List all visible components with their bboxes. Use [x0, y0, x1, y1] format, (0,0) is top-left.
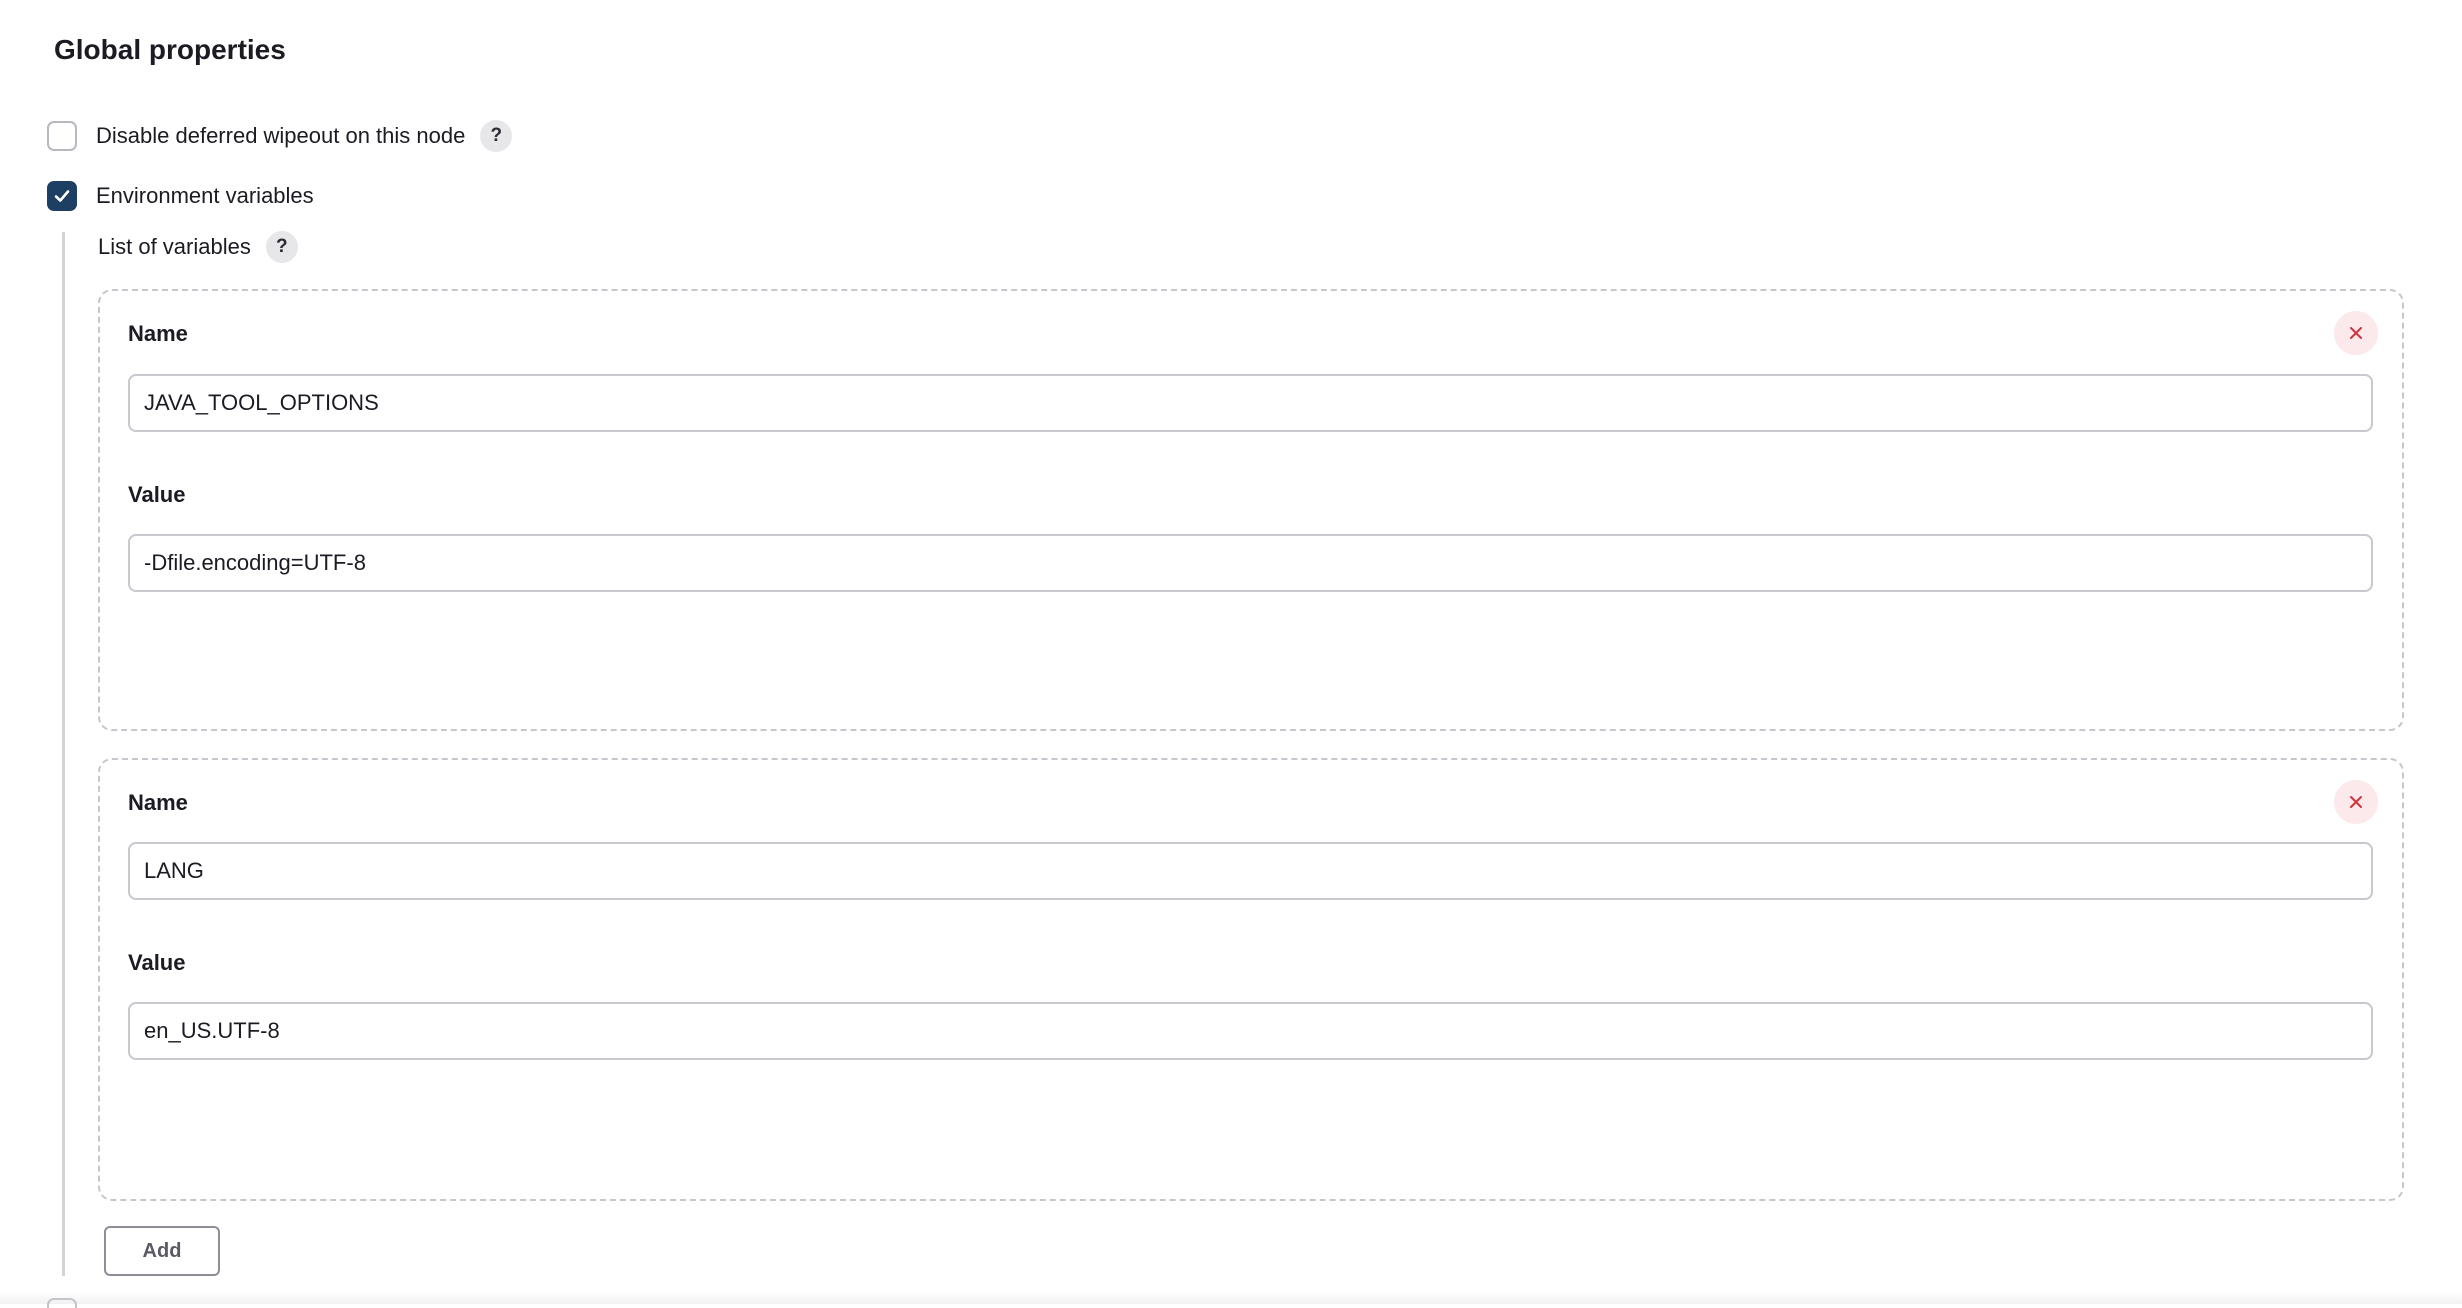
- list-of-variables-label: List of variables: [98, 234, 251, 259]
- variable-value-label: Value: [128, 482, 186, 507]
- section-title: Global properties: [54, 34, 286, 65]
- list-of-variables-header: List of variables ?: [98, 230, 298, 264]
- variable-value-label: Value: [128, 950, 186, 975]
- help-icon[interactable]: ?: [265, 231, 298, 263]
- scroll-fade: [0, 1292, 2462, 1304]
- variable-value-input[interactable]: [128, 1002, 2373, 1060]
- add-variable-button[interactable]: Add: [104, 1226, 220, 1276]
- remove-variable-button[interactable]: [2334, 311, 2378, 355]
- close-icon: [2350, 327, 2362, 339]
- environment-variables-row: Environment variables: [47, 178, 314, 214]
- disable-deferred-wipeout-label[interactable]: Disable deferred wipeout on this node: [96, 121, 465, 151]
- help-icon[interactable]: ?: [480, 120, 513, 152]
- remove-variable-button[interactable]: [2334, 780, 2378, 824]
- global-properties-page: Global properties Disable deferred wipeo…: [0, 0, 2462, 1308]
- nested-section-divider: [62, 232, 65, 1276]
- close-icon: [2350, 796, 2362, 808]
- environment-variables-label[interactable]: Environment variables: [96, 181, 314, 211]
- environment-variables-checkbox[interactable]: [47, 181, 77, 211]
- disable-deferred-wipeout-row: Disable deferred wipeout on this node ?: [47, 118, 513, 154]
- next-option-checkbox[interactable]: [47, 1298, 77, 1308]
- variable-name-label: Name: [128, 790, 188, 815]
- variable-value-input[interactable]: [128, 534, 2373, 592]
- variable-name-label: Name: [128, 321, 188, 346]
- env-variable-block: Name Value: [98, 289, 2404, 731]
- check-icon: [54, 190, 70, 202]
- env-variable-block: Name Value: [98, 758, 2404, 1201]
- variable-name-input[interactable]: [128, 374, 2373, 432]
- disable-deferred-wipeout-checkbox[interactable]: [47, 121, 77, 151]
- variable-name-input[interactable]: [128, 842, 2373, 900]
